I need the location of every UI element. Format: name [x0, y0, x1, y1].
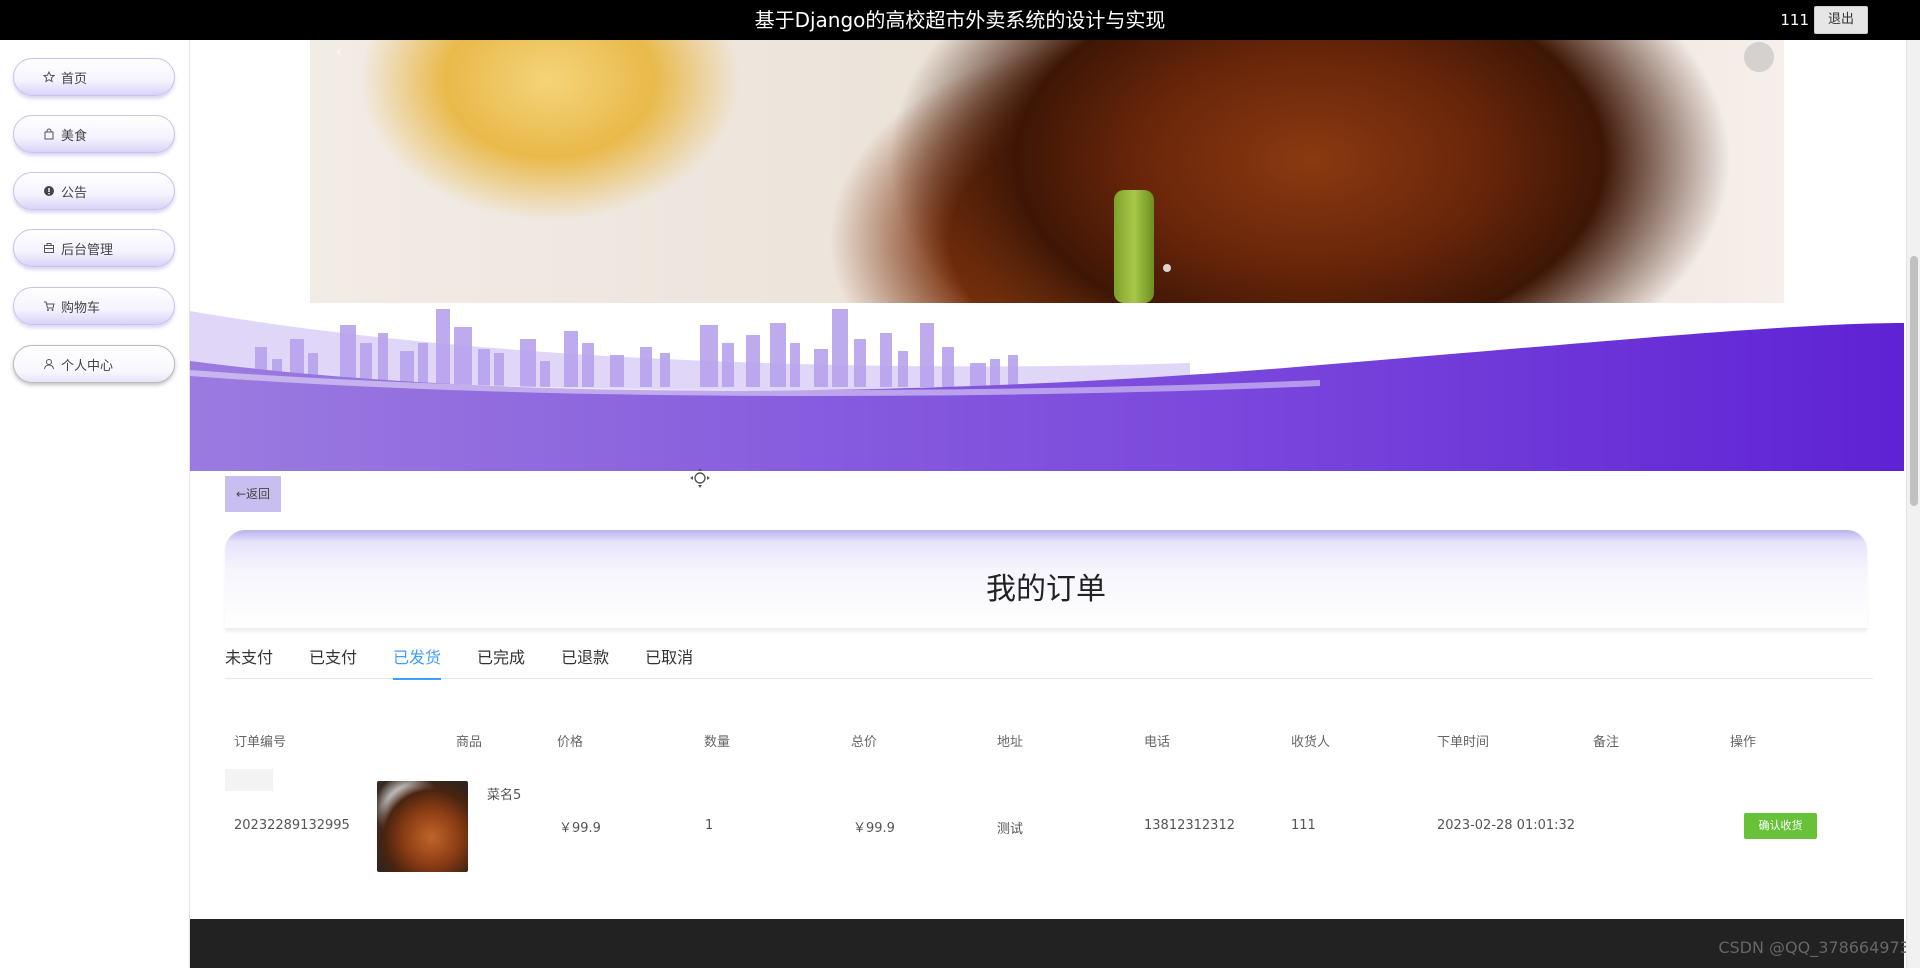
column-header: 下单时间 [1437, 735, 1490, 750]
sidebar-item-food[interactable]: 美食 [13, 115, 175, 153]
tab-unpaid[interactable]: 未支付 [225, 643, 273, 679]
tab-refunded[interactable]: 已退款 [561, 643, 609, 679]
order-time: 2023-02-28 01:01:32 [1437, 818, 1576, 833]
sidebar-item-label: 公告 [61, 185, 88, 201]
back-button[interactable]: ←返回 [225, 476, 281, 512]
sidebar-item-label: 购物车 [61, 300, 101, 316]
column-header: 总价 [851, 735, 878, 750]
logout-button[interactable]: 退出 [1814, 6, 1868, 34]
confirm-receipt-button[interactable]: 确认收货 [1744, 813, 1817, 839]
sidebar-item-profile[interactable]: 个人中心 [13, 345, 175, 383]
carousel-prev-icon[interactable]: ‹ [336, 44, 342, 60]
sidebar-item-label: 个人中心 [61, 358, 114, 374]
column-header: 收货人 [1291, 735, 1331, 750]
row-placeholder [225, 769, 273, 791]
product-image[interactable] [377, 781, 468, 872]
sidebar-item-cart[interactable]: 购物车 [13, 287, 175, 325]
total-price: ￥99.9 [853, 821, 895, 836]
sidebar-item-admin[interactable]: 后台管理 [13, 229, 175, 267]
order-number: 20232289132995 [234, 818, 350, 833]
sidebar-item-home[interactable]: 首页 [13, 58, 175, 96]
tab-completed[interactable]: 已完成 [477, 643, 525, 679]
column-header: 订单编号 [234, 735, 287, 750]
footer [190, 919, 1904, 968]
banner-carousel[interactable]: ‹ [310, 40, 1784, 303]
column-header: 数量 [704, 735, 731, 750]
phone: 13812312312 [1144, 818, 1235, 833]
move-cursor-icon [690, 468, 710, 488]
briefcase-icon [42, 241, 56, 255]
main-content: ‹ ←返回 我的订单 未支付 已支付 已发货 已完成 已退款 已取消 订单编号 … [190, 40, 1904, 968]
column-header: 电话 [1144, 735, 1171, 750]
carousel-next-icon[interactable] [1744, 42, 1774, 72]
info-icon [42, 184, 56, 198]
sidebar-item-notice[interactable]: 公告 [13, 172, 175, 210]
column-header: 地址 [997, 735, 1024, 750]
tab-cancelled[interactable]: 已取消 [645, 643, 693, 679]
app-title: 基于Django的高校超市外卖系统的设计与实现 [754, 8, 1166, 32]
page-title: 我的订单 [986, 572, 1106, 607]
page-title-box: 我的订单 [225, 530, 1867, 630]
carousel-indicator[interactable] [1163, 264, 1171, 272]
user-icon [42, 357, 56, 371]
tab-shipped[interactable]: 已发货 [393, 643, 442, 680]
sidebar-item-label: 后台管理 [61, 242, 114, 258]
watermark: CSDN @QQ_3786649731 [1718, 938, 1920, 957]
address: 测试 [997, 822, 1024, 837]
column-header: 商品 [456, 735, 483, 750]
column-header: 价格 [557, 735, 584, 750]
city-skyline-wave [190, 303, 1904, 471]
banner-image-detail [1114, 190, 1154, 303]
bag-icon [42, 127, 56, 141]
cart-icon [42, 299, 56, 313]
sidebar: 首页 美食 公告 后台管理 购物车 个人中心 [0, 40, 190, 968]
order-status-tabs: 未支付 已支付 已发货 已完成 已退款 已取消 [225, 643, 1873, 680]
top-bar: 基于Django的高校超市外卖系统的设计与实现 111 退出 [0, 0, 1920, 40]
price: ￥99.9 [559, 821, 601, 836]
page-scrollbar[interactable] [1906, 40, 1920, 968]
star-icon [42, 70, 56, 84]
username: 111 [1780, 11, 1809, 29]
column-header: 备注 [1593, 735, 1620, 750]
sidebar-item-label: 首页 [61, 71, 88, 87]
column-header: 操作 [1730, 735, 1757, 750]
sidebar-item-label: 美食 [61, 128, 88, 144]
tab-paid[interactable]: 已支付 [309, 643, 357, 679]
scrollbar-thumb[interactable] [1910, 256, 1918, 506]
quantity: 1 [705, 818, 714, 833]
receiver: 111 [1291, 818, 1316, 833]
product-name: 菜名5 [487, 788, 522, 803]
